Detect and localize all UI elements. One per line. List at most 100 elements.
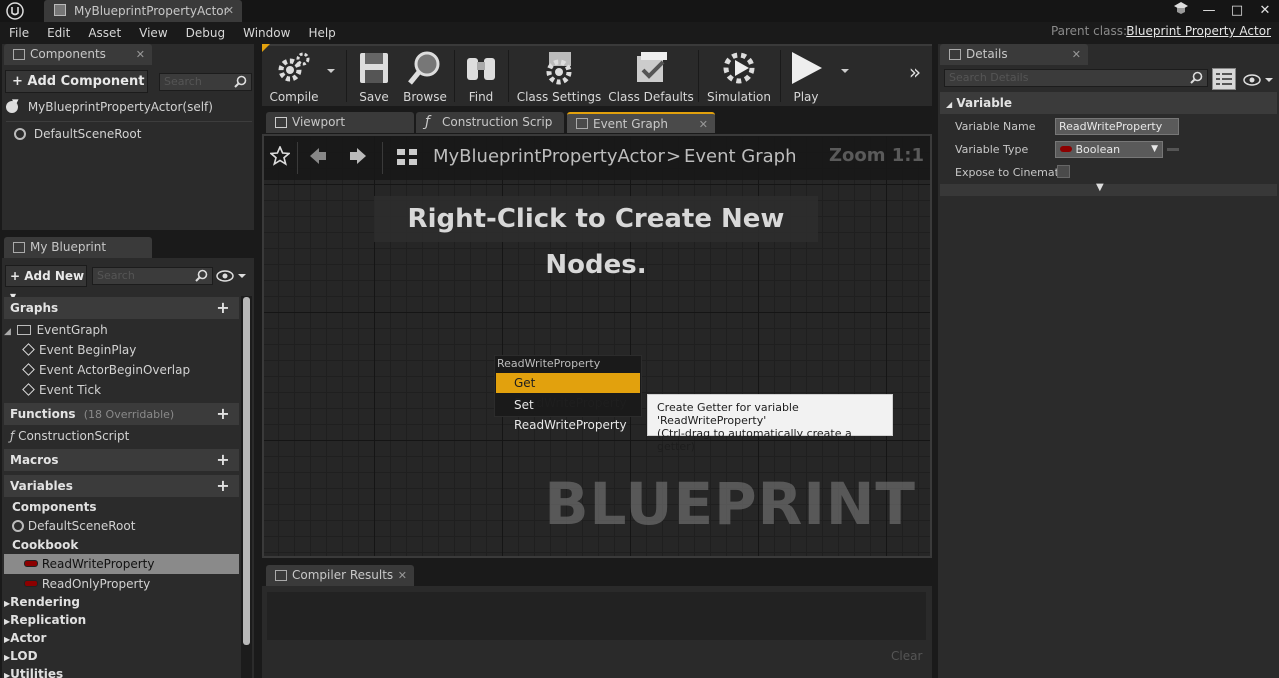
variable-type-dropdown[interactable]: Boolean ▼ xyxy=(1055,141,1163,158)
class-settings-button[interactable]: Class Settings xyxy=(514,48,604,104)
parent-class-link[interactable]: Blueprint Property Actor xyxy=(1126,24,1271,38)
advanced-expander[interactable]: ▼ xyxy=(940,182,1277,196)
menu-file[interactable]: File xyxy=(0,22,38,44)
tab-compiler-results[interactable]: Compiler Results ✕ xyxy=(266,565,414,586)
variables-cookbook-group[interactable]: Cookbook xyxy=(12,535,78,555)
class-settings-gear-icon xyxy=(541,50,577,86)
tab-viewport[interactable]: Viewport xyxy=(266,112,414,133)
graphs-category[interactable]: Graphs + xyxy=(4,297,239,319)
save-button[interactable]: Save xyxy=(350,48,398,104)
event-actorbeginoverlap[interactable]: Event ActorBeginOverlap xyxy=(22,360,190,380)
variable-name-input[interactable]: ReadWriteProperty xyxy=(1055,118,1179,135)
property-matrix-icon[interactable] xyxy=(1212,68,1236,90)
close-details-icon[interactable]: ✕ xyxy=(1072,44,1081,65)
group-actor-label: Actor xyxy=(10,631,47,645)
help-icon[interactable] xyxy=(1167,1,1195,22)
document-tab[interactable]: MyBlueprintPropertyActor ✕ xyxy=(44,0,242,22)
blueprint-book-icon xyxy=(13,242,25,253)
expose-to-cinematics-checkbox[interactable] xyxy=(1057,165,1070,178)
function-icon: ƒ xyxy=(425,114,430,130)
close-event-graph-icon[interactable]: ✕ xyxy=(699,114,708,135)
graph-item-eventgraph[interactable]: ◢ EventGraph xyxy=(4,320,108,340)
simulation-button[interactable]: Simulation xyxy=(702,48,776,104)
functions-category[interactable]: Functions (18 Overridable) + xyxy=(4,403,239,425)
macros-category[interactable]: Macros + xyxy=(4,449,239,471)
add-graph-button[interactable]: + xyxy=(215,300,231,316)
get-readwriteproperty-item[interactable]: Get ReadWriteProperty xyxy=(496,373,640,410)
group-actor[interactable]: ▶Actor xyxy=(4,628,46,648)
variable-category[interactable]: ◢ Variable xyxy=(940,92,1277,114)
menu-asset[interactable]: Asset xyxy=(79,22,130,44)
toolbar-overflow-button[interactable]: » xyxy=(904,60,926,116)
class-defaults-button[interactable]: Class Defaults xyxy=(608,48,694,104)
close-compiler-results-icon[interactable]: ✕ xyxy=(398,565,407,586)
close-button[interactable]: ✕ xyxy=(1251,1,1279,21)
scrollbar-thumb[interactable] xyxy=(243,297,250,645)
compiler-results-log[interactable] xyxy=(267,592,926,640)
tab-construction-script-label: Construction Scrip xyxy=(442,115,553,129)
restore-button[interactable]: □ xyxy=(1223,1,1251,21)
compile-button[interactable]: Compile xyxy=(266,48,322,104)
component-default-scene-root[interactable]: DefaultSceneRoot xyxy=(14,124,250,144)
simulation-label: Simulation xyxy=(707,90,771,104)
add-new-button[interactable]: + Add New ▾ xyxy=(5,265,87,303)
group-replication[interactable]: ▶Replication xyxy=(4,610,86,630)
tab-event-graph[interactable]: Event Graph ✕ xyxy=(567,112,715,133)
scene-component-icon xyxy=(14,128,26,140)
variable-readwriteproperty[interactable]: ReadWriteProperty xyxy=(4,554,239,574)
component-self[interactable]: MyBlueprintPropertyActor(self) xyxy=(6,97,252,117)
play-options-chevron-icon[interactable] xyxy=(838,64,852,120)
browse-button[interactable]: Browse xyxy=(400,48,450,104)
my-blueprint-search-input[interactable]: Search xyxy=(92,267,213,285)
find-button[interactable]: Find xyxy=(458,48,504,104)
getter-tooltip: Create Getter for variable 'ReadWritePro… xyxy=(647,394,893,453)
window-controls: — □ ✕ xyxy=(1167,0,1279,22)
components-search-input[interactable]: Search xyxy=(159,73,252,91)
event-tick-label: Event Tick xyxy=(39,383,102,397)
close-tab-icon[interactable]: ✕ xyxy=(225,0,234,22)
details-search-input[interactable]: Search Details xyxy=(944,69,1208,87)
breadcrumb-root[interactable]: MyBlueprintPropertyActor xyxy=(433,146,665,167)
variable-readonlyproperty[interactable]: ReadOnlyProperty xyxy=(24,574,150,594)
function-constructionscript[interactable]: ƒ ConstructionScript xyxy=(10,426,129,446)
favorite-star-icon[interactable] xyxy=(268,144,292,169)
group-lod[interactable]: ▶LOD xyxy=(4,646,38,666)
variables-components-group[interactable]: Components xyxy=(12,497,97,517)
variable-defaultsceneroot[interactable]: DefaultSceneRoot xyxy=(12,516,135,536)
unreal-logo-icon[interactable] xyxy=(6,2,24,20)
back-arrow-icon[interactable] xyxy=(308,146,328,169)
group-rendering-label: Rendering xyxy=(10,595,80,609)
details-view-options-eye-icon[interactable] xyxy=(1242,72,1276,88)
tab-my-blueprint[interactable]: My Blueprint xyxy=(4,237,152,258)
group-utilities[interactable]: ▶Utilities xyxy=(4,664,63,678)
tooltip-line-2: (Ctrl-drag to automatically create a get… xyxy=(657,427,852,453)
variables-category[interactable]: Variables + xyxy=(4,475,239,497)
tab-my-blueprint-label: My Blueprint xyxy=(30,240,107,254)
tab-components[interactable]: Components ✕ xyxy=(4,44,152,65)
tab-details[interactable]: Details ✕ xyxy=(940,44,1088,65)
event-beginplay[interactable]: Event BeginPlay xyxy=(22,340,136,360)
menu-view[interactable]: View xyxy=(130,22,176,44)
group-utilities-label: Utilities xyxy=(10,667,64,678)
menu-debug[interactable]: Debug xyxy=(177,22,234,44)
group-rendering[interactable]: ▶Rendering xyxy=(4,592,80,612)
clear-button[interactable]: Clear xyxy=(891,649,922,663)
add-variable-button[interactable]: + xyxy=(215,478,231,494)
add-component-button[interactable]: + Add Component ▾ xyxy=(5,70,148,110)
viewport-icon xyxy=(275,117,287,128)
add-macro-button[interactable]: + xyxy=(215,452,231,468)
browse-magnifier-icon xyxy=(407,50,443,86)
container-type-icon[interactable] xyxy=(1167,148,1179,151)
close-components-icon[interactable]: ✕ xyxy=(136,44,145,65)
view-options-eye-icon[interactable] xyxy=(216,268,248,284)
forward-arrow-icon[interactable] xyxy=(348,146,368,169)
menu-help[interactable]: Help xyxy=(299,22,344,44)
tab-construction-script[interactable]: ƒ Construction Scrip xyxy=(416,112,564,133)
add-function-button[interactable]: + xyxy=(215,406,231,422)
menu-edit[interactable]: Edit xyxy=(38,22,79,44)
minimize-button[interactable]: — xyxy=(1195,1,1223,21)
menu-window[interactable]: Window xyxy=(234,22,299,44)
set-readwriteproperty-item[interactable]: Set ReadWriteProperty xyxy=(496,395,640,432)
play-button[interactable]: Play xyxy=(784,48,828,104)
event-tick[interactable]: Event Tick xyxy=(22,380,102,400)
